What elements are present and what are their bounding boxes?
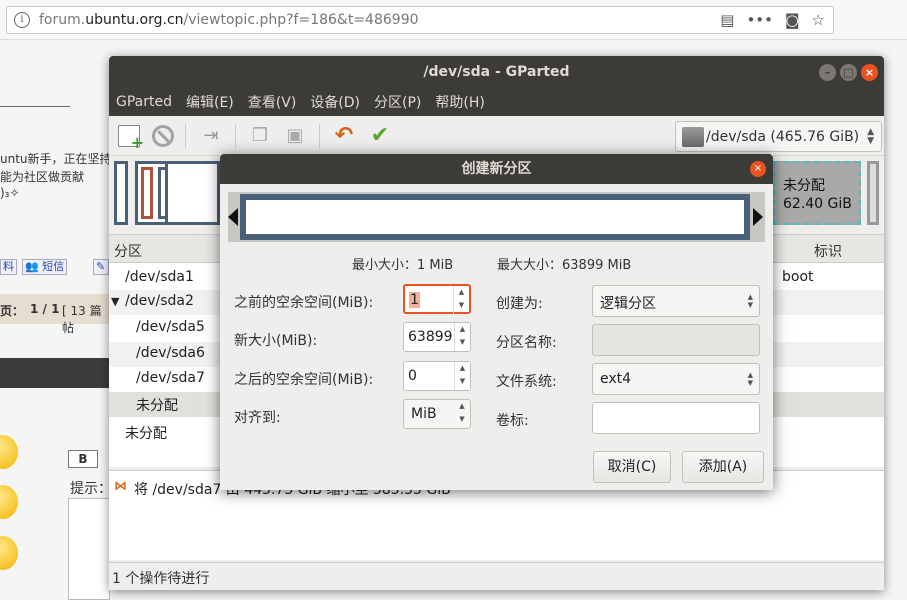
paste-icon[interactable]: ▣: [284, 125, 306, 147]
undo-icon[interactable]: ↶: [333, 125, 355, 147]
new-size-input[interactable]: 63899 ▲ ▼: [403, 322, 471, 352]
separator-line: [0, 106, 70, 107]
volume-label-label: 卷标:: [496, 413, 529, 429]
column-flag[interactable]: 标识: [814, 241, 842, 261]
hint-label: 提示：: [70, 481, 112, 497]
new-partition-icon[interactable]: [118, 125, 144, 152]
profile-button[interactable]: 料: [0, 259, 17, 275]
forum-signature-line: 能为社区做贡献: [0, 170, 85, 184]
free-before-input[interactable]: 1 ▲ ▼: [403, 284, 471, 314]
harddisk-icon: [682, 127, 704, 147]
partition-block[interactable]: [165, 161, 220, 225]
new-partition-bar[interactable]: [240, 194, 750, 240]
partition-block[interactable]: [114, 161, 128, 225]
info-icon[interactable]: i: [14, 12, 30, 28]
column-partition[interactable]: 分区: [114, 241, 142, 261]
add-button[interactable]: 添加(A): [682, 451, 764, 483]
spinner-arrows-icon: ▲ ▼: [459, 402, 465, 423]
more-icon[interactable]: •••: [746, 11, 773, 29]
copy-icon[interactable]: ❐: [249, 125, 271, 147]
url-bar[interactable]: i forum.ubuntu.org.cn/viewtopic.php?f=18…: [6, 6, 834, 34]
dialog-title: 创建新分区 ×: [220, 154, 773, 184]
partition-name-label: 分区名称:: [496, 335, 557, 351]
minimize-icon[interactable]: –: [819, 64, 836, 81]
apply-icon[interactable]: ✔: [369, 125, 391, 147]
edit-button[interactable]: ✎: [93, 259, 109, 275]
spinner-arrows-icon: ▲ ▼: [454, 362, 470, 390]
close-icon[interactable]: ×: [750, 161, 766, 177]
filesystem-select[interactable]: ext4 ▲ ▼: [592, 363, 760, 395]
resize-icon[interactable]: ⇥: [200, 125, 222, 147]
spinner-arrows-icon: ▲ ▼: [747, 293, 753, 309]
toolbar: ⇥ ❐ ▣ ↶ ✔ /dev/sda (465.76 GiB) ▲▼: [109, 116, 884, 156]
menu-device[interactable]: 设备(D): [310, 92, 360, 112]
forum-signature-line: )₃✧: [0, 186, 20, 200]
smiley-icon[interactable]: [0, 435, 18, 469]
menu-bar: GParted 编辑(E) 查看(V) 设备(D) 分区(P) 帮助(H): [109, 88, 884, 116]
maximize-icon[interactable]: □: [840, 64, 857, 81]
min-size-label: 最小大小：1 MiB: [352, 258, 454, 273]
post-count: [ 13 篇帖: [62, 304, 102, 335]
spinner-arrows-icon: ▲ ▼: [454, 323, 470, 351]
resize-operation-icon: ⋈: [114, 479, 127, 494]
forum-page: untu新手，正在坚持 能为社区做贡献 )₃✧ 料 👥 短信 ✎ 页： 1 / …: [0, 40, 112, 600]
page-number[interactable]: 1 / 1: [30, 302, 59, 316]
forum-pagination-bar: 页： 1 / 1 [ 13 篇帖: [0, 294, 110, 335]
cancel-button[interactable]: 取消(C): [593, 451, 671, 483]
device-selector[interactable]: /dev/sda (465.76 GiB) ▲ ▼: [675, 121, 882, 152]
spinner-arrows-icon: ▲ ▼: [453, 286, 469, 314]
star-icon[interactable]: ☆: [812, 11, 825, 29]
create-as-label: 创建为:: [496, 296, 543, 312]
resize-left-handle[interactable]: [228, 208, 238, 226]
browser-toolbar: i forum.ubuntu.org.cn/viewtopic.php?f=18…: [0, 0, 907, 40]
create-as-select[interactable]: 逻辑分区 ▲ ▼: [592, 285, 760, 317]
pocket-icon[interactable]: ◙: [785, 11, 800, 29]
expander-icon: ▼: [111, 295, 120, 308]
menu-partition[interactable]: 分区(P): [374, 92, 421, 112]
partition-resizer[interactable]: [228, 192, 765, 242]
align-select[interactable]: MiB ▲ ▼: [403, 399, 471, 429]
close-icon[interactable]: ×: [861, 64, 878, 81]
smiley-icon[interactable]: [0, 485, 18, 519]
align-label: 对齐到:: [234, 410, 281, 426]
volume-label-input[interactable]: [592, 402, 760, 434]
free-after-label: 之后的空余空间(MiB):: [234, 372, 374, 388]
free-before-label: 之前的空余空间(MiB):: [234, 295, 374, 311]
reply-textarea[interactable]: [68, 498, 110, 600]
forum-dark-bar: [0, 358, 110, 388]
spinner-arrows-icon: ▲ ▼: [867, 127, 874, 146]
filesystem-label: 文件系统:: [496, 374, 557, 390]
create-partition-dialog: 创建新分区 × 最小大小：1 MiB 最大大小：63899 MiB 之前的空余空…: [220, 154, 773, 490]
smiley-icon[interactable]: [0, 536, 18, 570]
status-bar: 1 个操作待进行: [109, 562, 884, 590]
free-after-input[interactable]: 0 ▲ ▼: [403, 361, 471, 391]
url-text[interactable]: forum.ubuntu.org.cn/viewtopic.php?f=186&…: [39, 12, 419, 28]
window-title: /dev/sda - GParted – □ ×: [109, 56, 884, 88]
resize-right-handle[interactable]: [753, 208, 763, 226]
new-size-label: 新大小(MiB):: [234, 333, 318, 349]
max-size-label: 最大大小：63899 MiB: [497, 258, 632, 273]
menu-edit[interactable]: 编辑(E): [186, 92, 234, 112]
bold-button[interactable]: B: [68, 450, 98, 468]
pm-button[interactable]: 👥 短信: [22, 259, 68, 275]
partition-name-input[interactable]: [592, 324, 760, 356]
menu-help[interactable]: 帮助(H): [435, 92, 484, 112]
partition-block[interactable]: [867, 161, 879, 225]
menu-gparted[interactable]: GParted: [116, 94, 172, 110]
spinner-arrows-icon: ▲ ▼: [747, 371, 753, 387]
delete-icon[interactable]: [152, 125, 174, 147]
unallocated-block[interactable]: 未分配 62.40 GiB: [773, 161, 861, 225]
menu-view[interactable]: 查看(V): [248, 92, 297, 112]
forum-signature-line: untu新手，正在坚持: [0, 152, 112, 166]
reader-icon[interactable]: ▤: [720, 11, 734, 29]
